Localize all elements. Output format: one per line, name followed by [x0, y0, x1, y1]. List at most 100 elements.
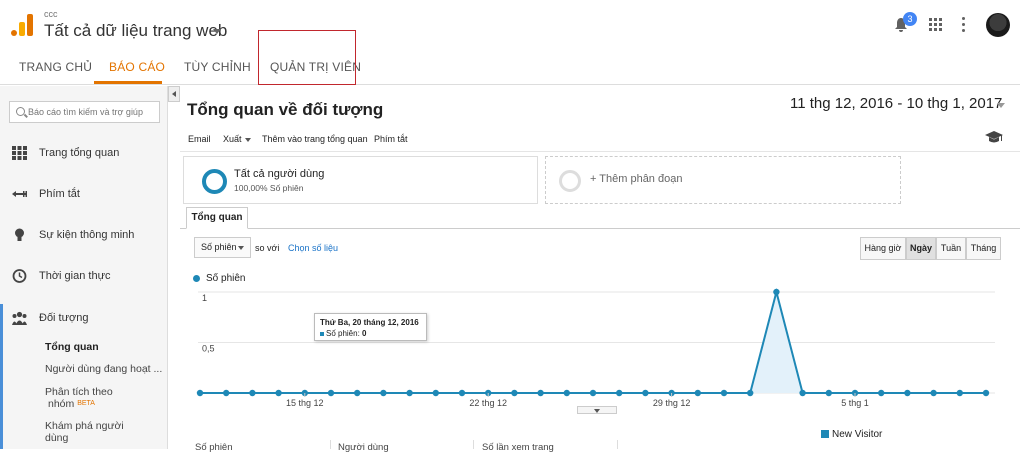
- segment-subtitle: 100,00% Số phiên: [234, 183, 304, 193]
- data-point: [249, 389, 256, 397]
- report-toolbar: Email Xuất Thêm vào trang tổng quan Phím…: [180, 122, 1020, 152]
- data-point: [432, 389, 439, 397]
- data-point: [223, 389, 230, 397]
- granularity-month[interactable]: Tháng: [966, 237, 1001, 260]
- y-tick-label: 1: [202, 293, 207, 303]
- x-tick-label: 22 thg 12: [469, 398, 507, 408]
- data-point: [563, 389, 570, 397]
- sidebar-item-realtime[interactable]: Thời gian thực: [0, 261, 168, 291]
- data-point: [458, 389, 466, 397]
- x-tick-label: 29 thg 12: [653, 398, 691, 408]
- property-selector[interactable]: Tất cả dữ liệu trang web: [44, 21, 227, 41]
- expand-chart-handle[interactable]: [577, 406, 617, 414]
- data-point: [747, 389, 754, 397]
- annotation-highlight-box: [258, 30, 356, 85]
- sessions-line-chart: 1 0,5 15 thg 12 22 thg 12 29 thg 12 5 thg 1: [180, 286, 1020, 416]
- add-to-dashboard-button[interactable]: Thêm vào trang tổng quan: [262, 134, 368, 144]
- versus-label: so với: [255, 243, 280, 253]
- chart-legend: Số phiên: [193, 273, 245, 284]
- data-point: [799, 389, 806, 397]
- cohort-label-line2: nhóm: [48, 398, 75, 410]
- account-name[interactable]: ccc: [44, 9, 58, 19]
- report-tabs: Tổng quan: [180, 207, 1020, 229]
- legend-square-icon: [821, 430, 829, 439]
- chevron-down-icon[interactable]: [213, 29, 221, 34]
- y-tick-label: 0,5: [202, 344, 215, 354]
- data-point: [642, 389, 649, 397]
- granularity-hourly[interactable]: Hàng giờ: [860, 237, 906, 260]
- sidebar: Trang tổng quan Phím tắt Sự kiện thông m…: [0, 86, 168, 449]
- shortcut-icon: [12, 191, 27, 197]
- choose-metric-link[interactable]: Chọn số liệu: [288, 243, 338, 253]
- graduation-cap-icon[interactable]: [985, 130, 1003, 144]
- add-segment-label: + Thêm phân đoạn: [590, 173, 683, 185]
- analytics-logo-icon[interactable]: [11, 14, 33, 36]
- search-input[interactable]: [28, 104, 158, 120]
- sidebar-item-intelligence-events[interactable]: Sự kiện thông minh: [0, 220, 168, 250]
- data-point: [773, 288, 780, 296]
- sidebar-item-audience[interactable]: Đối tượng: [0, 303, 168, 333]
- data-point: [327, 389, 335, 397]
- main-content: Tổng quan về đối tượng 11 thg 12, 2016 -…: [180, 86, 1020, 453]
- segment-ring-icon: [202, 169, 227, 194]
- sidebar-subitem-overview[interactable]: Tổng quan: [45, 341, 99, 353]
- data-point: [956, 389, 963, 397]
- data-point: [616, 389, 623, 397]
- chevron-down-icon[interactable]: [997, 103, 1005, 108]
- more-vert-icon[interactable]: [962, 17, 966, 32]
- apps-grid-icon[interactable]: [929, 18, 942, 31]
- email-button[interactable]: Email: [188, 134, 211, 144]
- export-button[interactable]: Xuất: [223, 134, 251, 144]
- notification-badge[interactable]: 3: [903, 12, 917, 26]
- date-range-picker[interactable]: 11 thg 12, 2016 - 10 thg 1, 2017: [790, 95, 1002, 112]
- data-point: [930, 389, 937, 397]
- tab-reports[interactable]: BÁO CÁO: [109, 60, 165, 74]
- collapse-sidebar-button[interactable]: [168, 86, 180, 102]
- search-icon: [16, 107, 25, 116]
- tooltip-value: 0: [362, 329, 367, 338]
- series-square-icon: [320, 331, 324, 336]
- legend-label: Số phiên: [206, 273, 246, 284]
- tooltip-label: Số phiên:: [326, 329, 360, 338]
- granularity-week[interactable]: Tuần: [936, 237, 966, 260]
- data-point: [537, 389, 544, 397]
- series-dot-icon: [193, 274, 200, 282]
- sidebar-subitem-active-users[interactable]: Người dùng đang hoạt ...: [45, 363, 162, 375]
- bottom-metric-sessions: Số phiên: [195, 442, 233, 453]
- tooltip-date: Thứ Ba, 20 tháng 12, 2016: [320, 318, 419, 327]
- avatar[interactable]: [986, 13, 1010, 37]
- data-point: [511, 389, 518, 397]
- x-tick-label: 5 thg 1: [841, 398, 869, 408]
- active-tab-indicator: [94, 81, 162, 84]
- metric-dropdown[interactable]: Số phiên: [194, 237, 251, 258]
- chart-canvas: 1 0,5 15 thg 12 22 thg 12 29 thg 12 5 thg 1: [196, 288, 995, 408]
- main-nav: TRANG CHỦ BÁO CÁO TÙY CHỈNH QUẢN TRỊ VIÊ…: [0, 48, 1020, 85]
- tab-home[interactable]: TRANG CHỦ: [19, 60, 92, 74]
- segment-title: Tất cả người dùng: [234, 168, 325, 180]
- sidebar-subitem-cohort[interactable]: Phân tích theo nhóm BETA: [45, 386, 113, 410]
- data-point: [275, 389, 282, 397]
- sidebar-item-shortcuts[interactable]: Phím tắt: [0, 179, 168, 209]
- tab-customization[interactable]: TÙY CHỈNH: [184, 60, 251, 74]
- data-point: [878, 389, 885, 397]
- data-point: [589, 389, 597, 397]
- bottom-metric-pageviews: Số lần xem trang: [482, 442, 554, 453]
- column-divider: [617, 440, 618, 449]
- sidebar-item-dashboards[interactable]: Trang tổng quan: [0, 138, 168, 168]
- data-point: [720, 389, 728, 397]
- data-point: [406, 389, 413, 397]
- search-box[interactable]: [9, 101, 160, 123]
- shortcut-button[interactable]: Phím tắt: [374, 134, 408, 144]
- data-point: [694, 389, 701, 397]
- add-segment-button[interactable]: + Thêm phân đoạn: [545, 156, 901, 204]
- people-icon: [12, 311, 27, 325]
- explorer-label-line2: dùng: [45, 432, 69, 444]
- tab-overview[interactable]: Tổng quan: [186, 207, 248, 229]
- granularity-day[interactable]: Ngày: [906, 237, 936, 260]
- data-point: [380, 389, 387, 397]
- segment-all-users[interactable]: Tất cả người dùng 100,00% Số phiên: [183, 156, 538, 204]
- sidebar-subitem-user-explorer[interactable]: Khám phá người dùng: [45, 420, 124, 444]
- sidebar-item-label: Sự kiện thông minh: [39, 229, 135, 241]
- chart-tooltip: Thứ Ba, 20 tháng 12, 2016 Số phiên: 0: [314, 313, 427, 341]
- x-tick-label: 15 thg 12: [286, 398, 324, 408]
